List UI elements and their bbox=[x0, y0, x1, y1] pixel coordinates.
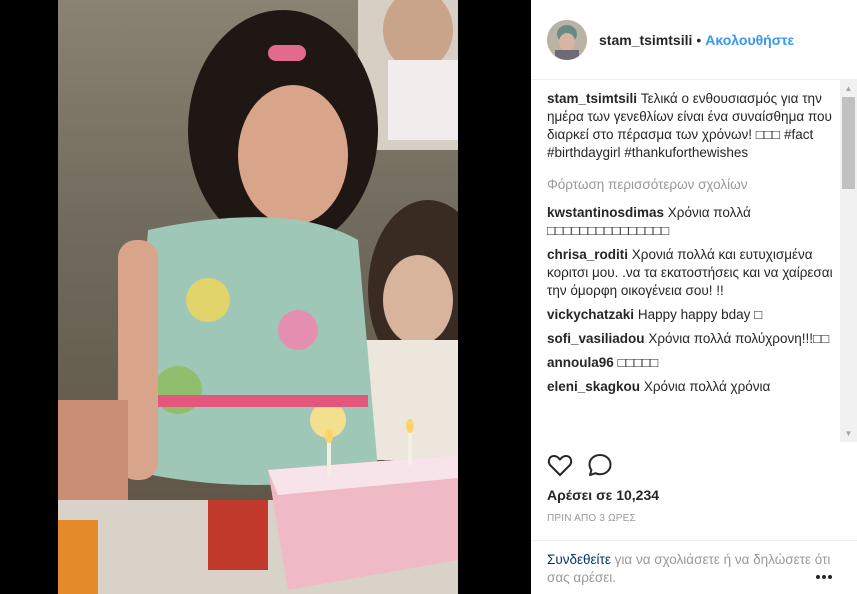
orange-bottle bbox=[58, 520, 98, 594]
scrollbar-thumb[interactable] bbox=[842, 97, 855, 189]
caption-username[interactable]: stam_tsimtsili bbox=[547, 91, 637, 106]
candle-2 bbox=[408, 430, 412, 465]
comment-username[interactable]: chrisa_roditi bbox=[547, 247, 628, 262]
comments-scrollbar[interactable]: ▲ ▼ bbox=[840, 80, 857, 442]
dress-flower-2 bbox=[278, 310, 318, 350]
follow-button[interactable]: Ακολουθήστε bbox=[705, 32, 794, 48]
comment-username[interactable]: kwstantinosdimas bbox=[547, 205, 664, 220]
post-actions bbox=[547, 452, 613, 478]
candle-flame-1 bbox=[325, 429, 333, 443]
comment-item: sofi_vasiliadou Χρόνια πολλά πολύχρονη!!… bbox=[547, 330, 839, 348]
hair-clip bbox=[268, 45, 306, 61]
comment-item: vickychatzaki Happy happy bday □ bbox=[547, 306, 839, 324]
load-more-comments-button[interactable]: Φόρτωση περισσότερων σχολίων bbox=[547, 176, 839, 194]
comment-text: Χρόνια πολλά πολύχρονη!!!□□ bbox=[648, 331, 830, 346]
comment-item: kwstantinosdimas Χρόνια πολλά □□□□□□□□□□… bbox=[547, 204, 839, 240]
header-text: stam_tsimtsili • Ακολουθήστε bbox=[599, 32, 794, 48]
scroll-down-arrow-icon[interactable]: ▼ bbox=[840, 425, 857, 442]
header-username[interactable]: stam_tsimtsili bbox=[599, 32, 692, 48]
caption: stam_tsimtsili Τελικά ο ενθουσιασμός για… bbox=[547, 90, 839, 162]
candle-flame-2 bbox=[406, 419, 414, 433]
comment-username[interactable]: sofi_vasiliadou bbox=[547, 331, 645, 346]
comment-username[interactable]: eleni_skagkou bbox=[547, 379, 640, 394]
login-prompt: Συνδεθείτε για να σχολιάσετε ή να δηλώσε… bbox=[531, 540, 857, 587]
header-separator: • bbox=[696, 31, 702, 48]
post-sidebar: stam_tsimtsili • Ακολουθήστε stam_tsimts… bbox=[531, 0, 857, 594]
bg-girl-face bbox=[383, 255, 453, 345]
avatar[interactable] bbox=[547, 19, 587, 60]
login-link[interactable]: Συνδεθείτε bbox=[547, 552, 611, 567]
media-pane bbox=[0, 0, 531, 594]
avatar-image bbox=[547, 19, 587, 60]
comment-item: chrisa_roditi Χρονιά πολλά και ευτυχισμέ… bbox=[547, 246, 839, 300]
scroll-up-arrow-icon[interactable]: ▲ bbox=[840, 80, 857, 97]
birthday-photo-illustration bbox=[58, 0, 458, 594]
speech-bubble-icon[interactable] bbox=[587, 452, 613, 478]
comment-username[interactable]: vickychatzaki bbox=[547, 307, 634, 322]
post-header: stam_tsimtsili • Ακολουθήστε bbox=[531, 0, 857, 80]
dress-belt bbox=[158, 395, 368, 407]
comment-text: Χρόνια πολλά χρόνια bbox=[643, 379, 771, 394]
comment-item: annoula96 □□□□□ bbox=[547, 354, 839, 372]
comment-item: eleni_skagkou Χρόνια πολλά χρόνια bbox=[547, 378, 839, 396]
post-timestamp[interactable]: ΠΡΙΝ ΑΠΟ 3 ΩΡΕΣ bbox=[547, 513, 636, 524]
red-cup bbox=[208, 500, 268, 570]
dress-flower-1 bbox=[186, 278, 230, 322]
bg-child-collar bbox=[388, 60, 458, 140]
more-options-icon[interactable] bbox=[815, 574, 833, 580]
instagram-post: stam_tsimtsili • Ακολουθήστε stam_tsimts… bbox=[0, 0, 857, 594]
girl-dress bbox=[128, 217, 378, 485]
girl-face bbox=[238, 85, 348, 225]
comment-text: □□□□□ bbox=[617, 355, 659, 370]
likes-count[interactable]: Αρέσει σε 10,234 bbox=[547, 487, 659, 503]
post-photo[interactable] bbox=[58, 0, 458, 594]
candle-1 bbox=[327, 440, 331, 475]
heart-icon[interactable] bbox=[547, 452, 573, 478]
comment-text: Happy happy bday □ bbox=[637, 307, 763, 322]
comment-username[interactable]: annoula96 bbox=[547, 355, 614, 370]
comments-list[interactable]: stam_tsimtsili Τελικά ο ενθουσιασμός για… bbox=[547, 90, 839, 440]
